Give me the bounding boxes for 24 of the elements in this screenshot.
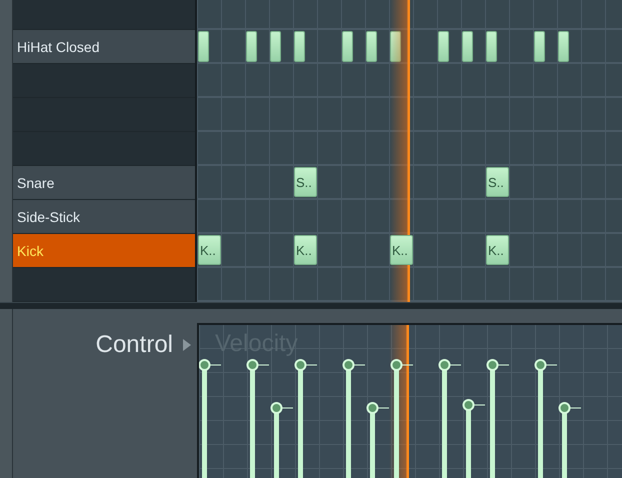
note[interactable] <box>390 31 401 62</box>
note[interactable] <box>294 31 305 62</box>
note[interactable] <box>246 31 257 62</box>
note[interactable] <box>270 31 281 62</box>
note[interactable] <box>534 31 545 62</box>
note[interactable]: K.. <box>486 235 509 265</box>
instrument-key[interactable]: Snare <box>13 166 195 200</box>
note[interactable] <box>486 31 497 62</box>
triangle-right-icon[interactable] <box>183 339 191 351</box>
instrument-key[interactable]: Side-Stick <box>13 200 195 234</box>
note[interactable] <box>462 31 473 62</box>
note[interactable] <box>366 31 377 62</box>
note[interactable]: S.. <box>486 167 509 197</box>
instrument-key[interactable]: HiHat Closed <box>13 30 195 64</box>
note[interactable]: K.. <box>294 235 317 265</box>
note[interactable] <box>558 31 569 62</box>
note[interactable] <box>438 31 449 62</box>
note[interactable]: K.. <box>198 235 221 265</box>
control-label[interactable]: Control <box>96 331 173 359</box>
note[interactable] <box>342 31 353 62</box>
instrument-key[interactable]: Kick <box>13 234 195 268</box>
note[interactable]: K.. <box>390 235 413 265</box>
note[interactable]: S.. <box>294 167 317 197</box>
note[interactable] <box>198 31 209 62</box>
